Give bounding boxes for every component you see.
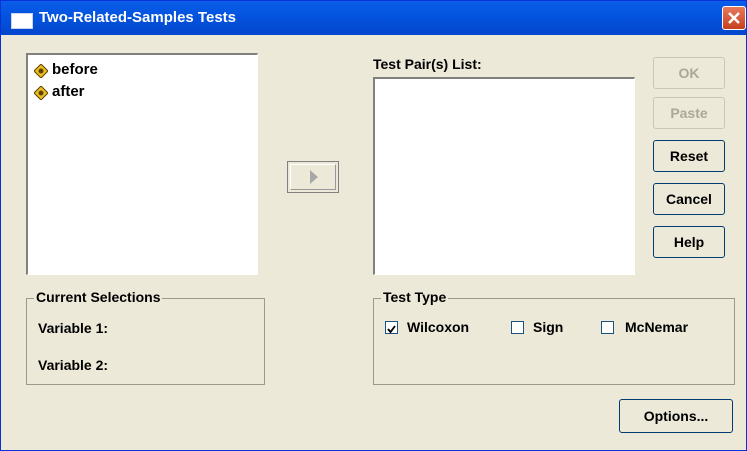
wilcoxon-checkbox[interactable] xyxy=(385,321,398,334)
wilcoxon-label[interactable]: Wilcoxon xyxy=(407,319,469,335)
move-to-pairs-button[interactable] xyxy=(287,161,339,193)
dialog-window: Two-Related-Samples Tests before after T… xyxy=(0,0,747,451)
test-pairs-label: Test Pair(s) List: xyxy=(373,56,482,72)
scale-variable-icon xyxy=(34,86,48,100)
mcnemar-checkbox[interactable] xyxy=(601,321,614,334)
window-icon xyxy=(11,13,33,29)
test-type-group xyxy=(373,298,735,385)
checkmark-icon xyxy=(387,325,396,334)
ok-button[interactable]: OK xyxy=(653,57,725,89)
variable-label: before xyxy=(52,61,98,78)
window-title: Two-Related-Samples Tests xyxy=(39,9,236,26)
test-pairs-list[interactable] xyxy=(373,77,635,275)
sign-label[interactable]: Sign xyxy=(533,319,563,335)
mcnemar-label[interactable]: McNemar xyxy=(625,319,688,335)
sign-checkbox[interactable] xyxy=(511,321,524,334)
current-selections-title: Current Selections xyxy=(34,289,163,305)
scale-variable-icon xyxy=(34,64,48,78)
help-button[interactable]: Help xyxy=(653,226,725,258)
test-type-title: Test Type xyxy=(381,289,449,305)
source-variable-list[interactable]: before after xyxy=(26,53,258,275)
options-button[interactable]: Options... xyxy=(619,399,733,433)
paste-button[interactable]: Paste xyxy=(653,97,725,129)
close-button[interactable] xyxy=(722,6,746,30)
variable-label: after xyxy=(52,83,85,100)
reset-button[interactable]: Reset xyxy=(653,140,725,172)
title-bar[interactable]: Two-Related-Samples Tests xyxy=(1,1,746,35)
variable1-label: Variable 1: xyxy=(38,320,109,336)
arrow-right-icon xyxy=(310,170,318,184)
variable2-label: Variable 2: xyxy=(38,357,109,373)
close-icon xyxy=(728,12,740,24)
cancel-button[interactable]: Cancel xyxy=(653,183,725,215)
